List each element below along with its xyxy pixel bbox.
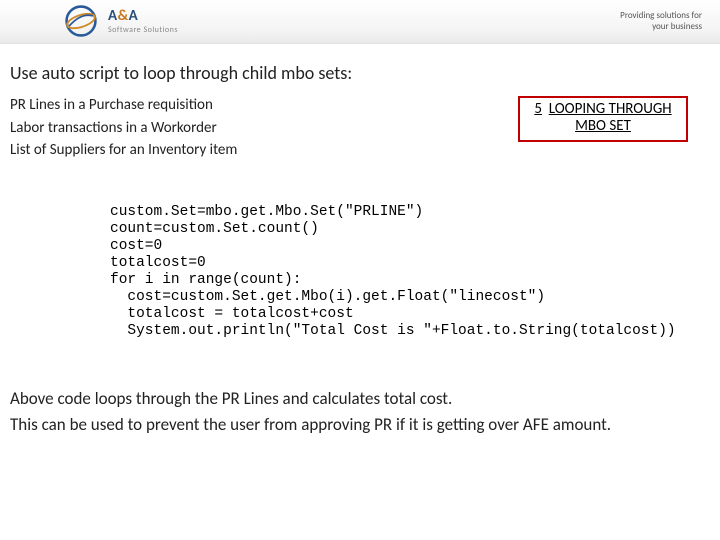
examples-list: PR Lines in a Purchase requisition Labor… xyxy=(10,94,237,162)
code-block: custom.Set=mbo.get.Mbo.Set("PRLINE") cou… xyxy=(110,204,710,341)
footer-line-1: Above code loops through the PR Lines an… xyxy=(10,386,710,412)
brand-amp: & xyxy=(118,7,129,25)
page-header: A&A Software Solutions Providing solutio… xyxy=(0,0,720,44)
footer-line-2: This can be used to prevent the user fro… xyxy=(10,412,710,438)
callout-number: 5 xyxy=(534,100,542,118)
examples-row: PR Lines in a Purchase requisition Labor… xyxy=(10,94,710,162)
tagline-line-1: Providing solutions for xyxy=(620,11,702,22)
example-item: Labor transactions in a Workorder xyxy=(10,117,237,140)
callout-title-bottom: MBO SET xyxy=(575,117,631,135)
brand-subtitle: Software Solutions xyxy=(108,26,178,34)
tagline-line-2: your business xyxy=(620,22,702,33)
brand-name: A&A xyxy=(108,9,178,24)
example-item: List of Suppliers for an Inventory item xyxy=(10,139,237,162)
brand-text: A&A Software Solutions xyxy=(108,9,178,34)
footer-text: Above code loops through the PR Lines an… xyxy=(10,386,710,437)
brand-prefix: A xyxy=(108,7,118,25)
tagline: Providing solutions for your business xyxy=(620,11,702,33)
example-item: PR Lines in a Purchase requisition xyxy=(10,94,237,117)
intro-text: Use auto script to loop through child mb… xyxy=(10,62,710,84)
slide-content: Use auto script to loop through child mb… xyxy=(0,44,720,437)
callout-title-top: LOOPING THROUGH xyxy=(549,100,672,118)
section-callout: 5 LOOPING THROUGH MBO SET xyxy=(518,96,688,142)
brand-logo-icon xyxy=(64,4,98,38)
brand-suffix: A xyxy=(129,7,139,25)
